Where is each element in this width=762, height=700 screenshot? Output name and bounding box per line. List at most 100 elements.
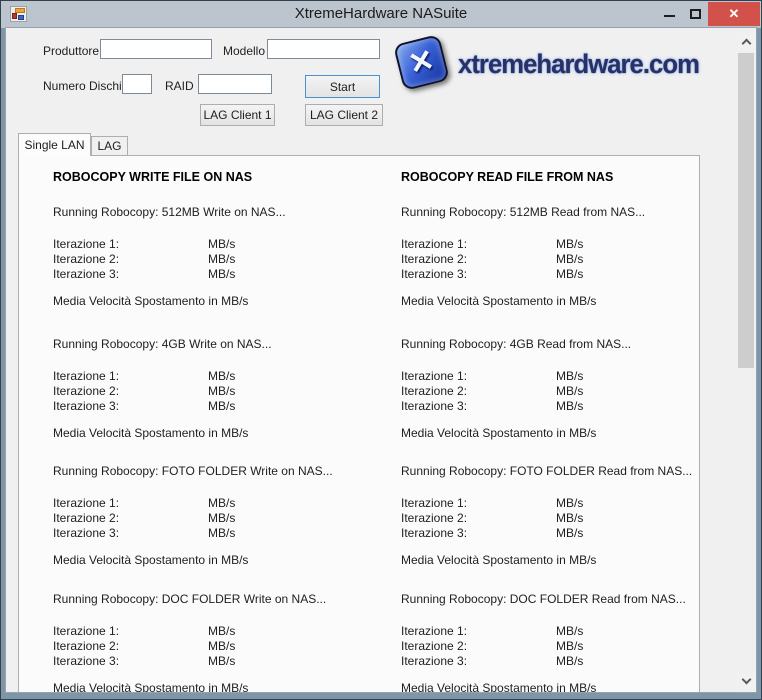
vertical-scrollbar[interactable] — [737, 34, 755, 690]
iteration-row: Iterazione 1: MB/s — [53, 496, 383, 510]
iteration-label: Iterazione 3: — [401, 399, 467, 413]
running-status: Running Robocopy: 4GB Write on NAS... — [53, 337, 272, 351]
robocopy-section: Running Robocopy: FOTO FOLDER Read from … — [401, 464, 731, 576]
produttore-input[interactable] — [100, 39, 212, 59]
iteration-unit: MB/s — [556, 399, 583, 413]
iteration-unit: MB/s — [208, 252, 235, 266]
iteration-label: Iterazione 3: — [53, 654, 119, 668]
lag-client1-button[interactable]: LAG Client 1 — [200, 104, 275, 126]
iteration-unit: MB/s — [208, 496, 235, 510]
iteration-row: Iterazione 1: MB/s — [53, 369, 383, 383]
robocopy-section: Running Robocopy: 4GB Write on NAS... It… — [53, 337, 383, 449]
iteration-label: Iterazione 2: — [401, 639, 467, 653]
iteration-row: Iterazione 1: MB/s — [401, 624, 731, 638]
media-velocita-label: Media Velocità Spostamento in MB/s — [401, 681, 596, 692]
running-status: Running Robocopy: 4GB Read from NAS... — [401, 337, 631, 351]
iteration-unit: MB/s — [208, 654, 235, 668]
iteration-unit: MB/s — [208, 237, 235, 251]
iteration-label: Iterazione 3: — [401, 654, 467, 668]
tab-single-lan[interactable]: Single LAN — [18, 133, 91, 156]
iteration-label: Iterazione 2: — [53, 384, 119, 398]
robocopy-section: Running Robocopy: DOC FOLDER Write on NA… — [53, 592, 383, 692]
chevron-up-icon — [741, 39, 751, 49]
client-area: Produttore Modello Numero Dischi RAID St… — [6, 28, 756, 692]
media-velocita-label: Media Velocità Spostamento in MB/s — [53, 426, 248, 440]
iteration-unit: MB/s — [556, 654, 583, 668]
iteration-row: Iterazione 2: MB/s — [53, 252, 383, 266]
scroll-down-button[interactable] — [737, 673, 755, 690]
produttore-label: Produttore — [43, 44, 99, 58]
running-status: Running Robocopy: DOC FOLDER Write on NA… — [53, 592, 326, 606]
iteration-unit: MB/s — [556, 526, 583, 540]
iteration-row: Iterazione 2: MB/s — [401, 639, 731, 653]
iteration-row: Iterazione 3: MB/s — [401, 654, 731, 668]
titlebar: XtremeHardware NASuite ✕ — [1, 1, 761, 28]
maximize-icon — [690, 9, 701, 19]
iteration-label: Iterazione 1: — [53, 369, 119, 383]
tab-lag[interactable]: LAG — [91, 136, 128, 156]
iteration-unit: MB/s — [556, 624, 583, 638]
iteration-label: Iterazione 2: — [53, 252, 119, 266]
raid-input[interactable] — [198, 74, 272, 94]
maximize-button[interactable] — [683, 1, 708, 27]
xtremehardware-logo-icon: ✕ — [393, 34, 450, 91]
iteration-label: Iterazione 3: — [401, 267, 467, 281]
modello-label: Modello — [223, 44, 265, 58]
media-velocita-label: Media Velocità Spostamento in MB/s — [53, 681, 248, 692]
iteration-label: Iterazione 3: — [53, 267, 119, 281]
iteration-label: Iterazione 2: — [401, 511, 467, 525]
iteration-unit: MB/s — [208, 639, 235, 653]
numero-dischi-label: Numero Dischi — [43, 79, 122, 93]
iteration-row: Iterazione 3: MB/s — [53, 526, 383, 540]
tabpage-single-lan: ROBOCOPY WRITE FILE ON NAS Running Roboc… — [18, 155, 700, 692]
iteration-unit: MB/s — [556, 496, 583, 510]
iteration-label: Iterazione 2: — [401, 252, 467, 266]
media-velocita-label: Media Velocità Spostamento in MB/s — [53, 553, 248, 567]
iteration-label: Iterazione 1: — [53, 624, 119, 638]
xtremehardware-logo-text: xtremehardware.com — [458, 49, 699, 80]
write-results-column: ROBOCOPY WRITE FILE ON NAS Running Roboc… — [53, 156, 383, 692]
robocopy-section: Running Robocopy: 512MB Read from NAS...… — [401, 205, 731, 317]
iteration-row: Iterazione 3: MB/s — [53, 654, 383, 668]
iteration-row: Iterazione 1: MB/s — [401, 237, 731, 251]
iteration-row: Iterazione 2: MB/s — [401, 252, 731, 266]
scroll-up-button[interactable] — [737, 34, 755, 51]
lag-client2-button[interactable]: LAG Client 2 — [305, 104, 383, 126]
iteration-label: Iterazione 1: — [401, 369, 467, 383]
iteration-row: Iterazione 2: MB/s — [53, 511, 383, 525]
iteration-row: Iterazione 2: MB/s — [401, 384, 731, 398]
minimize-button[interactable] — [655, 1, 683, 27]
iteration-unit: MB/s — [208, 526, 235, 540]
running-status: Running Robocopy: DOC FOLDER Read from N… — [401, 592, 686, 606]
iteration-row: Iterazione 2: MB/s — [401, 511, 731, 525]
start-button[interactable]: Start — [305, 75, 380, 98]
robocopy-section: Running Robocopy: FOTO FOLDER Write on N… — [53, 464, 383, 576]
modello-input[interactable] — [267, 39, 380, 59]
iteration-row: Iterazione 3: MB/s — [401, 526, 731, 540]
media-velocita-label: Media Velocità Spostamento in MB/s — [401, 553, 596, 567]
iteration-unit: MB/s — [556, 639, 583, 653]
numero-dischi-input[interactable] — [122, 74, 152, 94]
chevron-down-icon — [741, 675, 751, 685]
read-results-column: ROBOCOPY READ FILE FROM NAS Running Robo… — [401, 156, 731, 692]
iteration-unit: MB/s — [208, 399, 235, 413]
iteration-unit: MB/s — [556, 252, 583, 266]
iteration-unit: MB/s — [556, 237, 583, 251]
write-column-header: ROBOCOPY WRITE FILE ON NAS — [53, 170, 252, 184]
media-velocita-label: Media Velocità Spostamento in MB/s — [53, 294, 248, 308]
iteration-label: Iterazione 1: — [53, 496, 119, 510]
iteration-label: Iterazione 3: — [401, 526, 467, 540]
close-button[interactable]: ✕ — [708, 2, 760, 26]
robocopy-section: Running Robocopy: 4GB Read from NAS... I… — [401, 337, 731, 449]
running-status: Running Robocopy: FOTO FOLDER Write on N… — [53, 464, 333, 478]
raid-label: RAID — [165, 79, 194, 93]
iteration-unit: MB/s — [208, 384, 235, 398]
iteration-label: Iterazione 2: — [401, 384, 467, 398]
iteration-row: Iterazione 3: MB/s — [53, 399, 383, 413]
iteration-unit: MB/s — [556, 384, 583, 398]
read-column-header: ROBOCOPY READ FILE FROM NAS — [401, 170, 613, 184]
iteration-label: Iterazione 1: — [401, 237, 467, 251]
scrollbar-thumb[interactable] — [738, 53, 754, 368]
iteration-unit: MB/s — [208, 267, 235, 281]
iteration-row: Iterazione 1: MB/s — [401, 496, 731, 510]
